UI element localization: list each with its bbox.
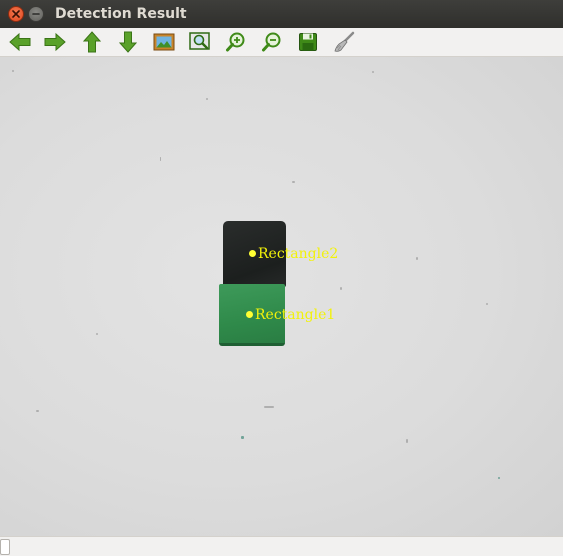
arrow-down-icon	[118, 31, 138, 53]
zoom-fit-button[interactable]	[151, 30, 177, 54]
surface-speck	[264, 406, 274, 408]
arrow-right-icon	[44, 32, 66, 52]
zoom-out-icon	[262, 32, 281, 52]
zoom-region-icon	[189, 32, 210, 50]
save-image-button[interactable]	[295, 30, 321, 54]
surface-speck	[498, 477, 500, 479]
surface-speck	[160, 157, 161, 161]
surface-speck	[406, 439, 408, 443]
surface-speck	[36, 410, 39, 412]
arrow-up-icon	[82, 31, 102, 53]
status-bar	[0, 536, 563, 556]
zoom-out-button[interactable]	[259, 30, 285, 54]
surface-speck	[372, 71, 374, 73]
pan-right-button[interactable]	[42, 30, 68, 54]
pan-up-button[interactable]	[79, 30, 105, 54]
surface-speck	[340, 287, 342, 290]
close-icon	[12, 10, 20, 18]
surface-speck	[416, 257, 418, 260]
app-window: Detection Result Rectangle2 Rectangle1	[0, 0, 563, 556]
picture-icon	[153, 33, 175, 51]
surface-speck	[292, 181, 295, 183]
title-bar[interactable]: Detection Result	[0, 0, 563, 28]
minimize-icon	[32, 13, 40, 15]
detection-marker-rectangle2	[249, 250, 256, 257]
zoom-in-button[interactable]	[223, 30, 249, 54]
arrow-left-icon	[9, 32, 31, 52]
toolbar	[0, 28, 563, 57]
properties-button[interactable]	[331, 30, 357, 54]
surface-speck	[486, 303, 488, 305]
window-title: Detection Result	[55, 6, 187, 22]
minimize-window-button[interactable]	[28, 6, 44, 22]
surface-speck	[206, 98, 208, 100]
zoom-in-icon	[226, 32, 245, 52]
detection-label-rectangle2: Rectangle2	[258, 246, 339, 262]
surface-speck	[12, 70, 14, 72]
pan-down-button[interactable]	[115, 30, 141, 54]
surface-speck	[96, 333, 98, 335]
detection-marker-rectangle1	[246, 311, 253, 318]
status-field	[0, 539, 10, 555]
pan-left-button[interactable]	[7, 30, 33, 54]
close-window-button[interactable]	[8, 6, 24, 22]
detection-label-rectangle1: Rectangle1	[255, 307, 336, 323]
image-canvas[interactable]: Rectangle2 Rectangle1	[0, 57, 563, 536]
brush-icon	[334, 31, 355, 52]
save-icon	[299, 33, 317, 51]
surface-speck	[241, 436, 244, 439]
zoom-region-button[interactable]	[187, 30, 213, 54]
